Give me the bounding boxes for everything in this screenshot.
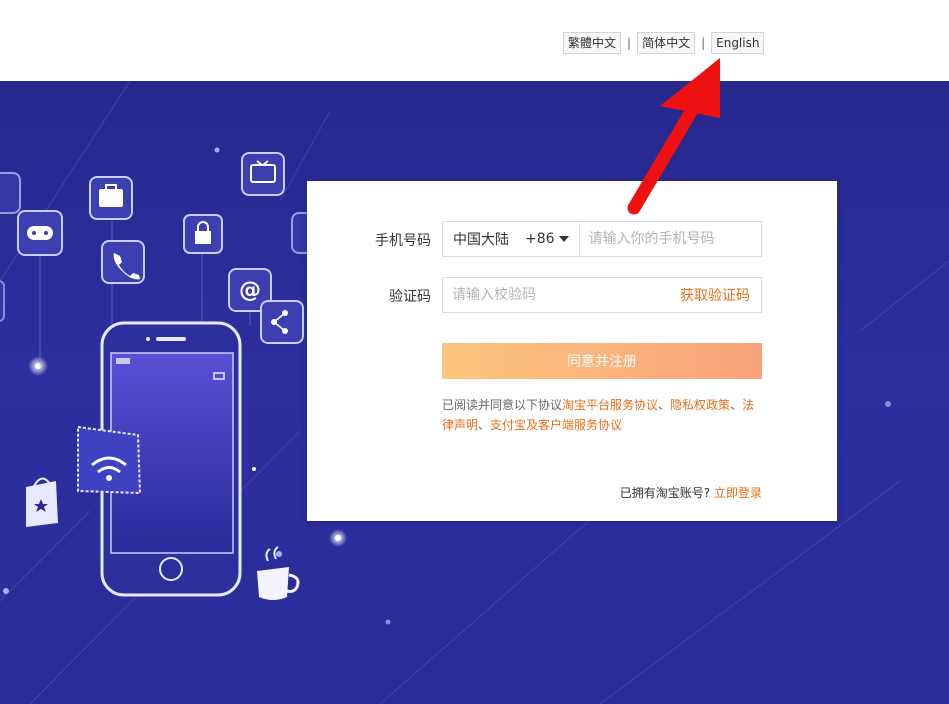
svg-text:@: @: [239, 278, 261, 303]
agreement-prefix: 已阅读并同意以下协议: [442, 398, 563, 412]
share-icon: [260, 300, 304, 344]
agreement-text: 已阅读并同意以下协议淘宝平台服务协议、隐私权政策、法律声明、支付宝及客户端服务协…: [442, 395, 762, 435]
taobao-service-agreement-link[interactable]: 淘宝平台服务协议: [562, 398, 658, 412]
lang-separator: |: [701, 36, 706, 50]
lock-icon: [183, 214, 223, 254]
phone-label: 手机号码: [375, 233, 431, 249]
code-input[interactable]: [443, 279, 661, 311]
agree-register-button[interactable]: 同意并注册: [442, 343, 762, 379]
login-prompt: 已拥有淘宝账号? 立即登录: [620, 484, 762, 501]
register-card: 手机号码 中国大陆 +86 验证码 获取验证码 同意并注册 已阅读并同意以下协议…: [307, 181, 837, 521]
annotation-arrow-icon: [627, 58, 720, 215]
wifi-icon: [77, 425, 142, 495]
region-name: 中国大陆: [453, 232, 509, 248]
caret-down-icon: [558, 236, 569, 242]
alipay-service-agreement-link[interactable]: 支付宝及客户端服务协议: [490, 418, 622, 432]
region-code: +86: [525, 231, 555, 247]
suitcase-icon: [89, 176, 133, 220]
lang-traditional-button[interactable]: 繁體中文: [563, 32, 622, 54]
phone-field: 中国大陆 +86: [442, 221, 772, 257]
phone-icon: [101, 240, 145, 284]
lang-simplified-button[interactable]: 简体中文: [637, 32, 696, 54]
has-account-text: 已拥有淘宝账号?: [619, 486, 711, 500]
language-switcher: 繁體中文 | 简体中文 | English: [563, 32, 765, 54]
agreement-separator: 、: [658, 398, 671, 412]
code-label: 验证码: [389, 289, 431, 305]
login-link[interactable]: 立即登录: [714, 486, 762, 500]
region-select[interactable]: 中国大陆 +86: [443, 222, 580, 256]
lang-separator: |: [627, 36, 632, 50]
lang-english-button[interactable]: English: [711, 32, 765, 54]
gamepad-icon: [17, 210, 63, 256]
agreement-separator: 、: [478, 418, 491, 432]
agreement-separator: 、: [730, 398, 743, 412]
get-code-button[interactable]: 获取验证码: [680, 285, 761, 305]
shopping-bag-icon: [26, 477, 58, 527]
tv-icon: [241, 152, 285, 196]
privacy-policy-link[interactable]: 隐私权政策: [670, 398, 730, 412]
phone-input[interactable]: [579, 223, 772, 255]
top-bar: 繁體中文 | 简体中文 | English: [0, 0, 949, 81]
code-field: 获取验证码: [442, 277, 762, 313]
page: 繁體中文 | 简体中文 | English @ 手机号码 中国大陆 +86 请输…: [0, 0, 949, 704]
